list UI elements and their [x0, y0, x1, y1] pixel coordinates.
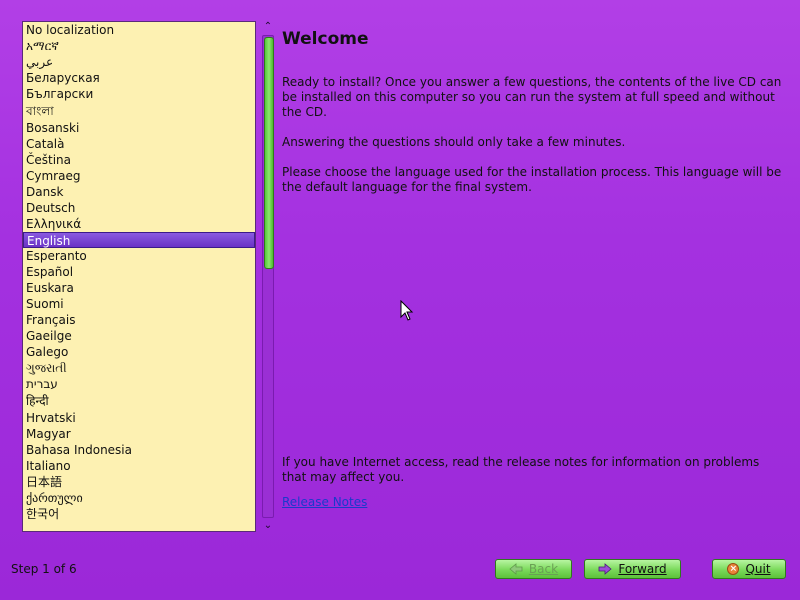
forward-arrow-icon — [598, 563, 612, 575]
language-item[interactable]: Ελληνικά — [23, 216, 255, 232]
language-item[interactable]: Čeština — [23, 152, 255, 168]
back-button[interactable]: Back — [495, 559, 572, 579]
language-item[interactable]: Беларуская — [23, 70, 255, 86]
language-item[interactable]: ગુજરાતી — [23, 360, 255, 376]
language-item[interactable]: Bosanski — [23, 120, 255, 136]
language-item[interactable]: Galego — [23, 344, 255, 360]
step-indicator: Step 1 of 6 — [11, 562, 77, 576]
language-item[interactable]: Deutsch — [23, 200, 255, 216]
language-item[interactable]: Français — [23, 312, 255, 328]
language-item[interactable]: Esperanto — [23, 248, 255, 264]
language-item[interactable]: 日本語 — [23, 474, 255, 490]
language-item[interactable]: বাংলা — [23, 102, 255, 120]
language-item[interactable]: አማርኛ — [23, 38, 255, 54]
language-item[interactable]: Euskara — [23, 280, 255, 296]
quit-button[interactable]: × Quit — [712, 559, 786, 579]
language-item[interactable]: Dansk — [23, 184, 255, 200]
language-item[interactable]: No localization — [23, 22, 255, 38]
scroll-track[interactable] — [262, 35, 274, 518]
language-item[interactable]: हिन्दी — [23, 392, 255, 410]
language-item[interactable]: ქართული — [23, 490, 255, 506]
back-arrow-icon — [509, 563, 523, 575]
release-notes-link[interactable]: Release Notes — [282, 495, 367, 509]
language-item[interactable]: Български — [23, 86, 255, 102]
language-item[interactable]: Català — [23, 136, 255, 152]
chevron-up-icon[interactable]: ⌃ — [261, 21, 275, 33]
language-item[interactable]: עברית — [23, 376, 255, 392]
mouse-pointer-icon — [400, 300, 414, 321]
forward-button-label: Forward — [618, 562, 667, 576]
quit-icon: × — [727, 563, 740, 575]
language-item[interactable]: Bahasa Indonesia — [23, 442, 255, 458]
page-title: Welcome — [282, 29, 369, 49]
language-item[interactable]: Español — [23, 264, 255, 280]
language-item[interactable]: Suomi — [23, 296, 255, 312]
language-list-scrollbar[interactable]: ⌃ ⌄ — [261, 21, 275, 532]
language-item[interactable]: Magyar — [23, 426, 255, 442]
language-paragraph: Please choose the language used for the … — [282, 165, 782, 194]
scroll-thumb[interactable] — [264, 37, 274, 269]
duration-paragraph: Answering the questions should only take… — [282, 135, 626, 149]
language-item[interactable]: 한국어 — [23, 506, 255, 522]
quit-button-label: Quit — [745, 562, 771, 576]
language-list[interactable]: No localization አማርኛ عربي Беларуская Българс… — [22, 21, 256, 532]
language-item[interactable]: English — [23, 232, 255, 248]
release-notes-paragraph: If you have Internet access, read the re… — [282, 455, 760, 484]
language-item[interactable]: عربي — [23, 54, 255, 70]
intro-paragraph: Ready to install? Once you answer a few … — [282, 75, 782, 119]
forward-button[interactable]: Forward — [584, 559, 681, 579]
language-item[interactable]: Hrvatski — [23, 410, 255, 426]
language-item[interactable]: Italiano — [23, 458, 255, 474]
chevron-down-icon[interactable]: ⌄ — [261, 520, 275, 532]
language-item[interactable]: Cymraeg — [23, 168, 255, 184]
language-item[interactable]: Gaeilge — [23, 328, 255, 344]
back-button-label: Back — [528, 562, 559, 576]
